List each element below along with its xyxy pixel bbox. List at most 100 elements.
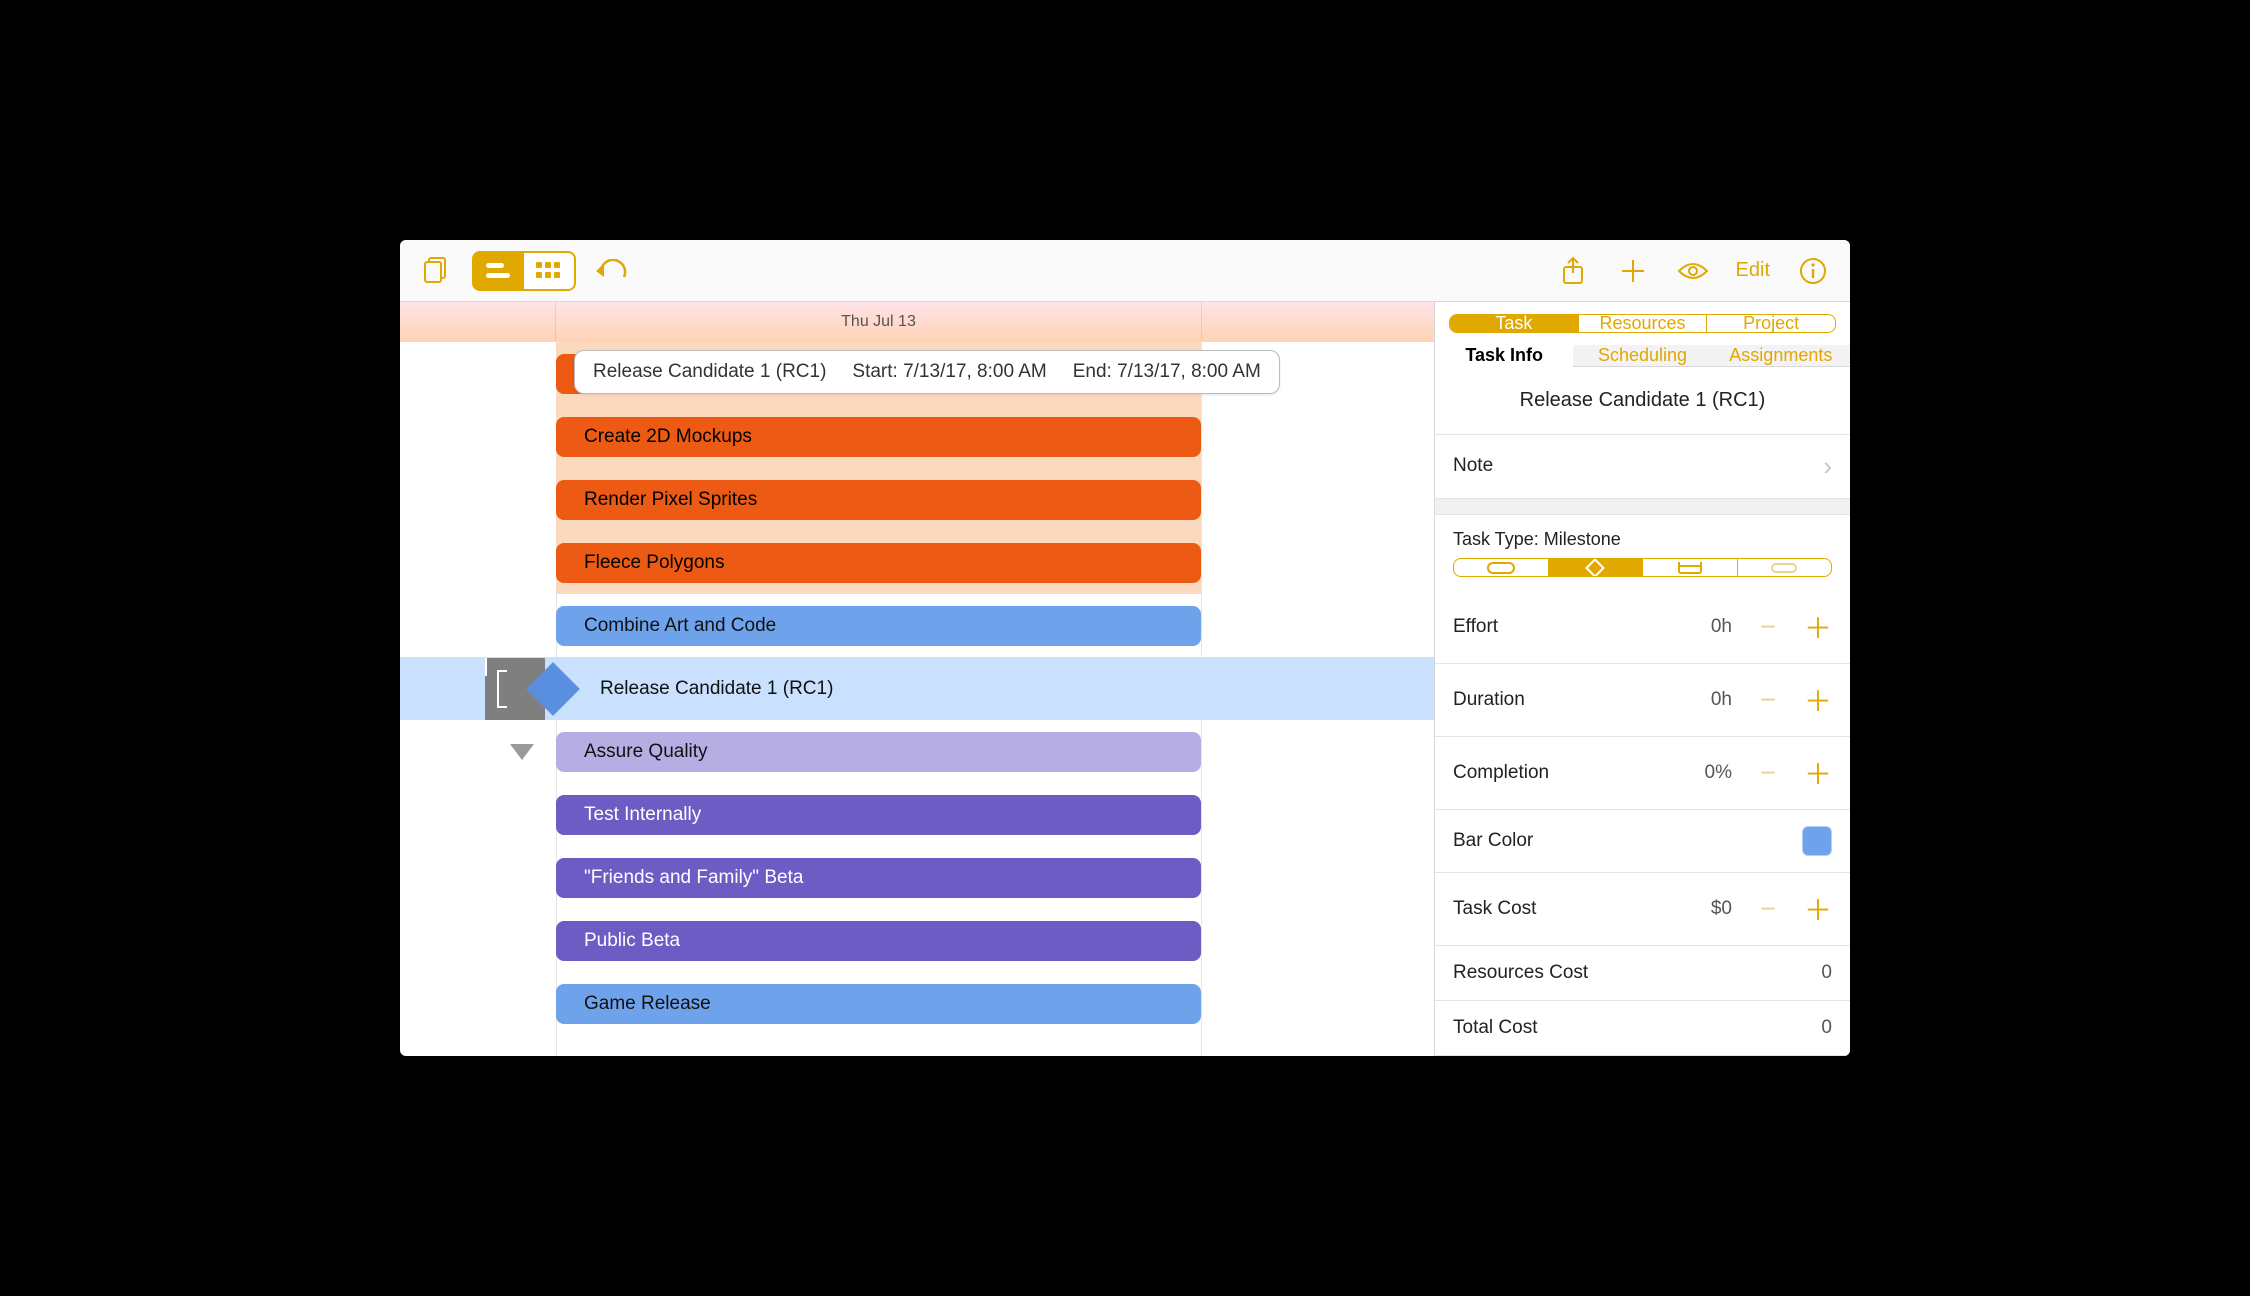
- task-label: Create 2D Mockups: [584, 426, 752, 448]
- task-type-milestone[interactable]: [1548, 559, 1643, 576]
- view-mode-segmented[interactable]: [472, 251, 576, 291]
- task-row[interactable]: Combine Art and Code: [400, 594, 1434, 657]
- resources-cost-row: Resources Cost 0: [1435, 946, 1850, 1001]
- add-icon[interactable]: [1616, 254, 1650, 288]
- subtab-scheduling[interactable]: Scheduling: [1573, 345, 1711, 366]
- subtab-task-info[interactable]: Task Info: [1435, 345, 1573, 367]
- documents-icon[interactable]: [420, 254, 454, 288]
- task-label: Render Pixel Sprites: [584, 489, 757, 511]
- milestone-row[interactable]: Release Candidate 1 (RC1): [400, 657, 1434, 720]
- minus-button[interactable]: −: [1754, 893, 1782, 925]
- inspector-sub-tabs[interactable]: Task Info Scheduling Assignments: [1435, 345, 1850, 367]
- task-bar[interactable]: Fleece Polygons: [556, 543, 1201, 583]
- duration-value: 0h: [1692, 689, 1732, 711]
- toolbar: Edit: [400, 240, 1850, 302]
- undo-icon[interactable]: [594, 254, 628, 288]
- plus-button[interactable]: ＋: [1804, 889, 1832, 929]
- task-label: Game Release: [584, 993, 711, 1015]
- task-row[interactable]: Create 2D Mockups: [400, 405, 1434, 468]
- plus-button[interactable]: ＋: [1804, 607, 1832, 647]
- duration-row: Duration 0h − ＋: [1435, 664, 1850, 737]
- plus-button[interactable]: ＋: [1804, 753, 1832, 793]
- task-type-label: Task Type: Milestone: [1435, 515, 1850, 552]
- task-label: Release Candidate 1 (RC1): [600, 678, 833, 700]
- date-header: Thu Jul 13: [556, 302, 1201, 342]
- task-label: Test Internally: [584, 804, 701, 826]
- task-bar[interactable]: Combine Art and Code: [556, 606, 1201, 646]
- bar-color-label: Bar Color: [1453, 830, 1533, 852]
- inspector-title: Release Candidate 1 (RC1): [1435, 367, 1850, 435]
- tab-resources[interactable]: Resources: [1578, 315, 1707, 332]
- inspector-top-tabs[interactable]: Task Resources Project: [1449, 314, 1836, 333]
- effort-row: Effort 0h − ＋: [1435, 591, 1850, 664]
- view-mode-gantt[interactable]: [474, 253, 524, 289]
- disclosure-triangle-icon[interactable]: [510, 744, 534, 760]
- task-row[interactable]: Game Release: [400, 972, 1434, 1035]
- task-bar[interactable]: Public Beta: [556, 921, 1201, 961]
- task-row[interactable]: Render Pixel Sprites: [400, 468, 1434, 531]
- effort-value: 0h: [1692, 616, 1732, 638]
- task-cost-value: $0: [1692, 898, 1732, 920]
- effort-label: Effort: [1453, 616, 1498, 638]
- task-row[interactable]: Public Beta: [400, 909, 1434, 972]
- task-type-standard[interactable]: [1454, 559, 1548, 576]
- share-icon[interactable]: [1556, 254, 1590, 288]
- tab-project[interactable]: Project: [1706, 315, 1835, 332]
- completion-row: Completion 0% − ＋: [1435, 737, 1850, 810]
- task-row[interactable]: Assure Quality: [400, 720, 1434, 783]
- gantt-header: Thu Jul 13: [400, 302, 1434, 342]
- task-bar[interactable]: Create 2D Mockups: [556, 417, 1201, 457]
- resources-cost-value: 0: [1792, 962, 1832, 984]
- completion-value: 0%: [1692, 762, 1732, 784]
- tooltip-start: Start: 7/13/17, 8:00 AM: [852, 361, 1046, 383]
- tooltip-name: Release Candidate 1 (RC1): [593, 361, 826, 383]
- gantt-area: Thu Jul 13 Release Candidate 1 (RC1) Sta…: [400, 302, 1434, 1056]
- plus-button[interactable]: ＋: [1804, 680, 1832, 720]
- gantt-body[interactable]: Sketch Concepts (Fresh) Create 2D Mockup…: [400, 342, 1434, 1056]
- task-label: Assure Quality: [584, 741, 708, 763]
- inspector-panel: Task Resources Project Task Info Schedul…: [1434, 302, 1850, 1056]
- duration-label: Duration: [1453, 689, 1525, 711]
- task-type-segmented[interactable]: [1453, 558, 1832, 577]
- task-bar[interactable]: Test Internally: [556, 795, 1201, 835]
- eye-icon[interactable]: [1676, 254, 1710, 288]
- edit-button[interactable]: Edit: [1736, 259, 1770, 282]
- subtab-assignments[interactable]: Assignments: [1712, 345, 1850, 366]
- task-row[interactable]: "Friends and Family" Beta: [400, 846, 1434, 909]
- resources-cost-label: Resources Cost: [1453, 962, 1588, 984]
- task-type-group[interactable]: [1737, 559, 1832, 576]
- total-cost-value: 0: [1792, 1017, 1832, 1039]
- bar-color-row[interactable]: Bar Color: [1435, 810, 1850, 873]
- task-label: Fleece Polygons: [584, 552, 724, 574]
- total-cost-row: Total Cost 0: [1435, 1001, 1850, 1056]
- app-window: Edit Thu Jul 13 Release Candidate 1 (RC1…: [400, 240, 1850, 1056]
- tab-task[interactable]: Task: [1450, 315, 1578, 332]
- task-label: Combine Art and Code: [584, 615, 776, 637]
- section-gap: [1435, 499, 1850, 515]
- note-label: Note: [1453, 455, 1493, 477]
- completion-label: Completion: [1453, 762, 1549, 784]
- total-cost-label: Total Cost: [1453, 1017, 1537, 1039]
- task-bar[interactable]: Render Pixel Sprites: [556, 480, 1201, 520]
- task-bar[interactable]: Assure Quality: [556, 732, 1201, 772]
- task-label: "Friends and Family" Beta: [584, 867, 803, 889]
- task-label: Public Beta: [584, 930, 680, 952]
- chevron-right-icon: ›: [1823, 451, 1832, 482]
- minus-button[interactable]: −: [1754, 684, 1782, 716]
- task-type-hammock[interactable]: [1642, 559, 1737, 576]
- info-icon[interactable]: [1796, 254, 1830, 288]
- minus-button[interactable]: −: [1754, 757, 1782, 789]
- task-cost-label: Task Cost: [1453, 898, 1536, 920]
- task-cost-row: Task Cost $0 − ＋: [1435, 873, 1850, 946]
- main-area: Thu Jul 13 Release Candidate 1 (RC1) Sta…: [400, 302, 1850, 1056]
- task-tooltip: Release Candidate 1 (RC1) Start: 7/13/17…: [574, 350, 1280, 394]
- note-row[interactable]: Note ›: [1435, 435, 1850, 499]
- task-bar[interactable]: "Friends and Family" Beta: [556, 858, 1201, 898]
- task-row[interactable]: Fleece Polygons: [400, 531, 1434, 594]
- task-row[interactable]: Test Internally: [400, 783, 1434, 846]
- bar-color-swatch[interactable]: [1802, 826, 1832, 856]
- minus-button[interactable]: −: [1754, 611, 1782, 643]
- view-mode-grid[interactable]: [524, 253, 574, 289]
- task-bar[interactable]: Game Release: [556, 984, 1201, 1024]
- tooltip-end: End: 7/13/17, 8:00 AM: [1073, 361, 1261, 383]
